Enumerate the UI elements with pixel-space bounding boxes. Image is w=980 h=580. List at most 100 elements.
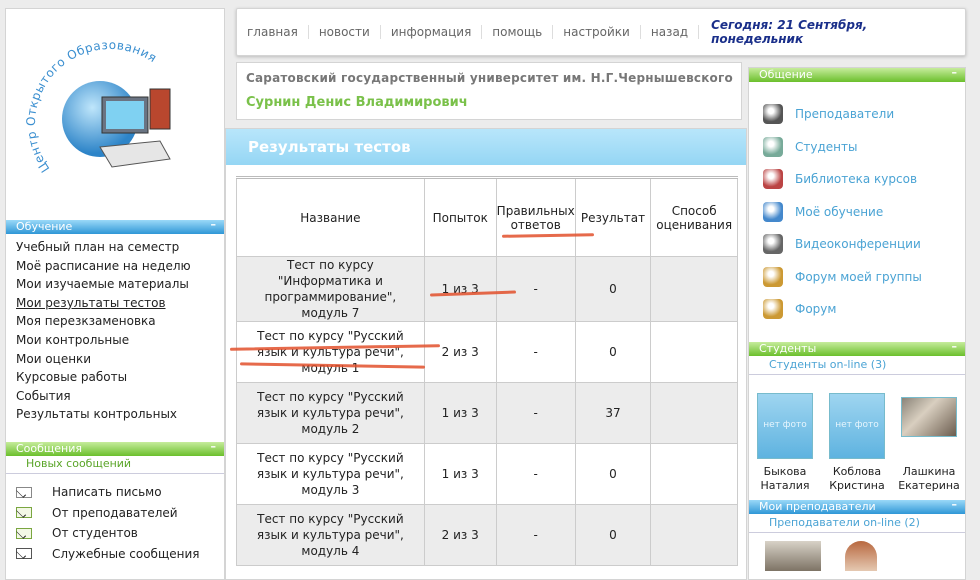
cell-correct: - bbox=[495, 382, 576, 444]
message-menu-label: От студентов bbox=[52, 526, 138, 540]
student-avatar: нет фото bbox=[829, 393, 885, 459]
nav-link[interactable]: информация bbox=[381, 25, 483, 39]
study-menu-item[interactable]: События bbox=[16, 387, 224, 406]
messages-section-header[interactable]: Сообщения – bbox=[6, 440, 224, 456]
students-online-link[interactable]: Студенты on-line (3) bbox=[749, 356, 965, 375]
cell-correct: - bbox=[495, 256, 576, 322]
user-name: Сурнин Денис Владимирович bbox=[246, 95, 468, 110]
study-section-header[interactable]: Обучение – bbox=[6, 218, 224, 234]
table-row[interactable]: Тест по курсу "Русский язык и культура р… bbox=[236, 443, 738, 505]
nav-link[interactable]: новости bbox=[309, 25, 381, 39]
message-menu-item[interactable]: От преподавателей bbox=[16, 503, 224, 524]
study-menu-item[interactable]: Мои результаты тестов bbox=[16, 294, 224, 313]
student-first-name: Быкова bbox=[763, 465, 807, 478]
teacher-photo[interactable] bbox=[765, 541, 821, 571]
no-photo-label: нет фото bbox=[763, 420, 807, 430]
study-menu-item[interactable]: Результаты контрольных bbox=[16, 405, 224, 424]
collapse-icon: – bbox=[951, 498, 958, 511]
student-last-name: Екатерина bbox=[898, 479, 960, 492]
right-sidebar: Общение – Преподаватели Студенты Библиотека… bbox=[748, 66, 966, 580]
table-row[interactable]: Тест по курсу "Русский язык и культура р… bbox=[236, 504, 738, 566]
column-header: Название bbox=[236, 177, 425, 257]
teachers-section-header[interactable]: Мои преподаватели – bbox=[749, 498, 965, 514]
student-card[interactable]: нет фото Быкова Наталия bbox=[750, 393, 820, 493]
study-menu-item[interactable]: Мои контрольные bbox=[16, 331, 224, 350]
nav-link[interactable]: главная bbox=[237, 25, 309, 39]
top-navigation: главная новости информация помощь настройки н… bbox=[236, 8, 966, 56]
communication-menu-item[interactable]: Форум моей группы bbox=[763, 261, 965, 294]
left-sidebar: Центр Открытого Образования Обучение – Уч… bbox=[5, 8, 225, 580]
current-date: Сегодня: 21 Сентября, понедельник bbox=[711, 18, 868, 46]
student-card[interactable]: нет фото Коблова Кристина bbox=[822, 393, 892, 493]
communication-menu-label: Видеоконференции bbox=[795, 237, 921, 252]
study-menu: Учебный план на семестр Моё расписание на… bbox=[6, 234, 224, 424]
communication-menu-label: Преподаватели bbox=[795, 107, 895, 122]
message-menu-item[interactable]: Написать письмо bbox=[16, 482, 224, 503]
cell-method bbox=[650, 256, 738, 322]
communication-menu-item[interactable]: Видеоконференции bbox=[763, 228, 965, 261]
communication-section-header[interactable]: Общение – bbox=[749, 66, 965, 82]
envelope-icon bbox=[16, 527, 32, 539]
nav-link[interactable]: помощь bbox=[482, 25, 554, 39]
teachers-online-link[interactable]: Преподаватели on-line (2) bbox=[749, 514, 965, 533]
column-header: Способ оценивания bbox=[650, 177, 738, 257]
column-header: Попыток bbox=[423, 177, 497, 257]
communication-menu-item[interactable]: Библиотека курсов bbox=[763, 163, 965, 196]
messages-menu: Написать письмо От преподавателей От студе… bbox=[6, 474, 224, 564]
cell-attempts: 1 из 3 bbox=[423, 382, 497, 444]
cell-result: 0 bbox=[574, 504, 652, 566]
communication-menu-item[interactable]: Форум bbox=[763, 293, 965, 326]
study-menu-item[interactable]: Моё расписание на неделю bbox=[16, 257, 224, 276]
table-row[interactable]: Тест по курсу "Русский язык и культура р… bbox=[236, 382, 738, 444]
message-menu-item[interactable]: Служебные сообщения bbox=[16, 544, 224, 565]
university-name: Саратовский государственный университет … bbox=[246, 71, 733, 85]
cell-correct: - bbox=[495, 504, 576, 566]
table-row[interactable]: Тест по курсу "Информатика и программиро… bbox=[236, 256, 738, 322]
students-section-header[interactable]: Студенты – bbox=[749, 340, 965, 356]
cell-result: 0 bbox=[574, 321, 652, 383]
nav-link[interactable]: настройки bbox=[553, 25, 641, 39]
forum-icon bbox=[763, 299, 783, 320]
collapse-icon: – bbox=[210, 218, 217, 231]
cell-correct: - bbox=[495, 443, 576, 505]
cell-method bbox=[650, 443, 738, 505]
student-card[interactable]: Лашкина Екатерина bbox=[894, 393, 964, 493]
student-avatar: нет фото bbox=[757, 393, 813, 459]
communication-menu-label: Студенты bbox=[795, 139, 858, 154]
study-menu-item[interactable]: Курсовые работы bbox=[16, 368, 224, 387]
message-menu-label: Служебные сообщения bbox=[52, 546, 200, 561]
communication-menu-item[interactable]: Моё обучение bbox=[763, 196, 965, 229]
communication-menu-item[interactable]: Студенты bbox=[763, 131, 965, 164]
group-forum-icon bbox=[763, 266, 783, 287]
study-menu-item[interactable]: Мои оценки bbox=[16, 350, 224, 369]
table-row[interactable]: Тест по курсу "Русский язык и культура р… bbox=[236, 321, 738, 383]
communication-menu-label: Моё обучение bbox=[795, 204, 884, 219]
communication-menu-item[interactable]: Преподаватели bbox=[763, 98, 965, 131]
communication-menu-label: Библиотека курсов bbox=[795, 172, 918, 187]
student-avatar bbox=[901, 397, 957, 437]
students-icon bbox=[763, 136, 783, 157]
study-menu-item[interactable]: Учебный план на семестр bbox=[16, 238, 224, 257]
teacher-photo[interactable] bbox=[845, 541, 877, 571]
camera-icon bbox=[763, 234, 783, 255]
column-header: Результат bbox=[574, 177, 652, 257]
cell-name: Тест по курсу "Русский язык и культура р… bbox=[236, 443, 425, 505]
cell-attempts: 2 из 3 bbox=[423, 321, 497, 383]
collapse-icon: – bbox=[210, 440, 217, 453]
message-menu-item[interactable]: От студентов bbox=[16, 523, 224, 544]
cell-result: 0 bbox=[574, 256, 652, 322]
cell-method bbox=[650, 504, 738, 566]
cell-attempts: 1 из 3 bbox=[423, 256, 497, 322]
cell-name: Тест по курсу "Русский язык и культура р… bbox=[236, 504, 425, 566]
envelope-icon bbox=[16, 548, 32, 560]
header-block: Саратовский государственный университет … bbox=[236, 62, 742, 120]
study-menu-item[interactable]: Мои изучаемые материалы bbox=[16, 275, 224, 294]
book-icon bbox=[763, 201, 783, 222]
cell-result: 0 bbox=[574, 443, 652, 505]
logo-globe-computer[interactable]: Центр Открытого Образования bbox=[20, 19, 200, 209]
nav-link[interactable]: назад bbox=[641, 25, 700, 39]
new-messages-link[interactable]: Новых сообщений bbox=[6, 456, 224, 474]
collapse-icon: – bbox=[951, 340, 958, 353]
message-menu-label: От преподавателей bbox=[52, 505, 178, 520]
study-menu-item[interactable]: Моя перезкзаменовка bbox=[16, 312, 224, 331]
